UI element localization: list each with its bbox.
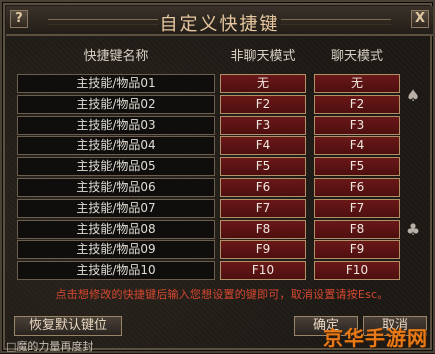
non-chat-key-cell[interactable]: F4: [220, 136, 306, 156]
hotkey-row: 主技能/物品07 F7 F7: [2, 198, 435, 220]
hotkey-row: 主技能/物品04 F4 F4: [2, 136, 435, 157]
scroll-up-ornament-icon[interactable]: ♠: [405, 84, 421, 108]
hotkey-name: 主技能/物品09: [17, 240, 215, 260]
non-chat-key-cell[interactable]: F7: [220, 198, 306, 218]
non-chat-key-cell[interactable]: F3: [220, 115, 306, 135]
non-chat-key-cell[interactable]: F9: [220, 240, 306, 260]
hotkey-name: 主技能/物品07: [17, 198, 215, 218]
chat-key-cell[interactable]: F5: [314, 157, 400, 177]
column-header-chat: 聊天模式: [330, 49, 383, 64]
hotkey-name: 主技能/物品02: [17, 94, 215, 114]
watermark-logo: 京华手游网: [323, 326, 428, 350]
scroll-down-ornament-icon[interactable]: ♣: [405, 218, 421, 242]
hotkey-row: 主技能/物品06 F6 F6: [2, 178, 435, 199]
chat-key-cell[interactable]: F8: [314, 219, 400, 239]
hotkey-row: 主技能/物品01 无无: [2, 74, 435, 95]
hotkey-name: 主技能/物品04: [17, 136, 215, 156]
column-header-name: 快捷键名称: [83, 49, 149, 64]
chat-key-cell[interactable]: F3: [314, 115, 400, 135]
non-chat-key-cell[interactable]: F8: [220, 219, 306, 239]
chat-key-cell[interactable]: 无: [314, 74, 400, 93]
hotkey-row: 主技能/物品08 F8 F8: [2, 219, 435, 241]
hotkey-row: 主技能/物品05 F5 F5: [2, 157, 435, 178]
column-header-non-chat: 非聊天模式: [230, 49, 296, 64]
hotkey-row: 主技能/物品10 F10 F10: [2, 261, 435, 282]
title-ornament-right: [281, 19, 391, 25]
non-chat-key-cell[interactable]: F6: [220, 178, 306, 197]
non-chat-key-cell[interactable]: F10: [220, 261, 306, 281]
hotkey-settings-window: ? 自定义快捷键 X 快捷键名称 非聊天模式 聊天模式 主技能/物品01 无无主技…: [0, 0, 435, 353]
chat-key-cell[interactable]: F6: [314, 178, 400, 197]
hotkey-name: 主技能/物品01: [17, 74, 215, 93]
hotkey-name: 主技能/物品06: [17, 178, 215, 197]
hotkey-row: 主技能/物品02 F2 F2: [2, 94, 435, 116]
close-button[interactable]: X: [411, 10, 429, 28]
chat-key-cell[interactable]: F10: [314, 261, 400, 281]
chat-key-cell[interactable]: F7: [314, 198, 400, 218]
titlebar: ? 自定义快捷键 X: [6, 6, 433, 36]
non-chat-key-cell[interactable]: F2: [220, 94, 306, 114]
chat-key-cell[interactable]: F4: [314, 136, 400, 156]
hotkey-row: 主技能/物品09 F9 F9: [2, 240, 435, 261]
hotkey-name: 主技能/物品10: [17, 261, 215, 281]
reset-default-button[interactable]: 恢复默认键位: [14, 316, 122, 336]
chat-key-cell[interactable]: F2: [314, 94, 400, 114]
chat-key-cell[interactable]: F9: [314, 240, 400, 260]
hotkey-name: 主技能/物品05: [17, 157, 215, 177]
non-chat-key-cell[interactable]: 无: [220, 74, 306, 93]
non-chat-key-cell[interactable]: F5: [220, 157, 306, 177]
hotkey-row: 主技能/物品03 F3 F3: [2, 115, 435, 137]
hotkey-name: 主技能/物品08: [17, 219, 215, 239]
hotkey-name: 主技能/物品03: [17, 115, 215, 135]
hint-text: 点击想修改的快捷键后输入您想设置的键即可，取消设置请按Esc。: [55, 288, 389, 301]
background-chat-text: □魔的力量再度封: [6, 340, 94, 353]
